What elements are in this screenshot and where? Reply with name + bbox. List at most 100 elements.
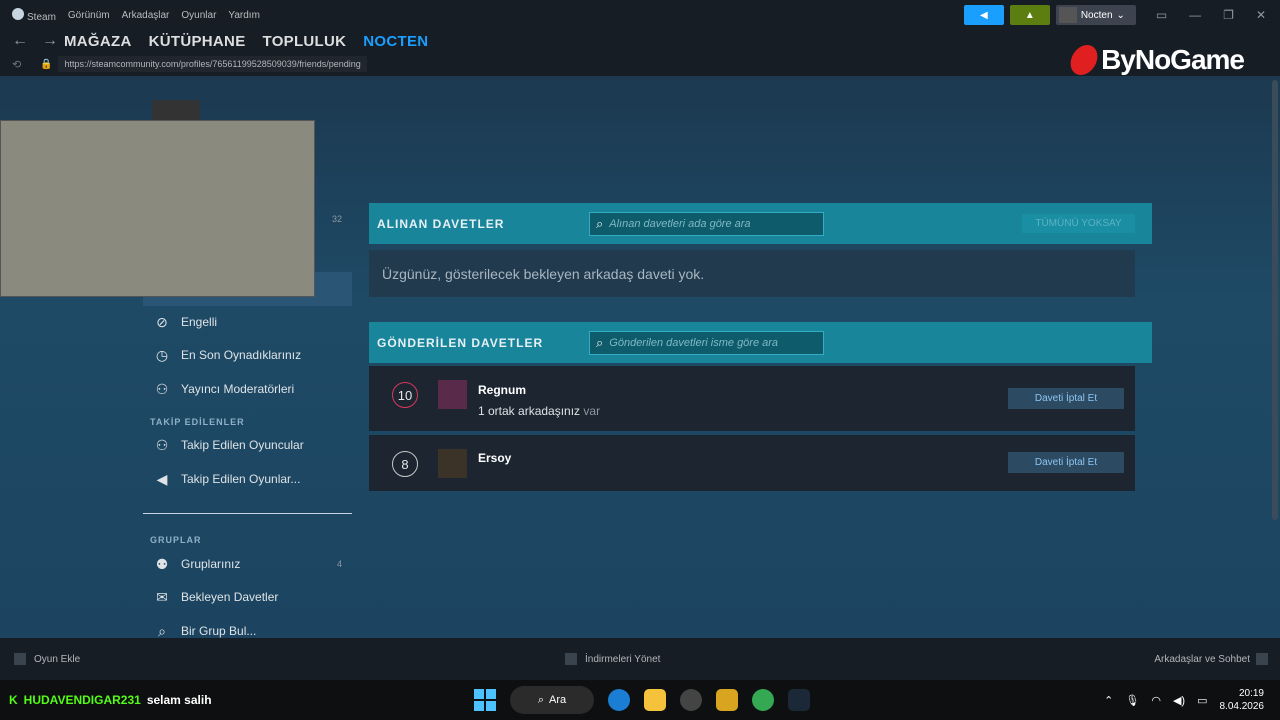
friends-chat-button[interactable]: Arkadaşlar ve Sohbet: [1154, 653, 1268, 665]
title-bar-controls: ◀ ▲ Nocten ⌄ ▭ — ❐ ✕: [963, 5, 1280, 25]
level-badge: 8: [392, 451, 418, 477]
manage-downloads-button[interactable]: İndirmeleri Yönet: [565, 653, 660, 665]
mail-icon: ✉: [156, 588, 168, 605]
clock-time: 20:19: [1238, 688, 1264, 699]
groups-count: 4: [336, 559, 342, 569]
maximize-icon[interactable]: ❐: [1223, 8, 1234, 22]
clock-icon: ◷: [155, 346, 169, 363]
received-invites-panel: ALINAN DAVETLER ⌕ TÜMÜNÜ YOKSAY Üzgünüz,…: [369, 203, 1152, 297]
account-menu-button[interactable]: Nocten ⌄: [1055, 5, 1136, 25]
sidebar-item-label: Takip Edilen Oyunlar...: [181, 472, 301, 486]
friend-count: 32: [332, 214, 343, 224]
tab-store[interactable]: MAĞAZA: [64, 33, 132, 50]
notifications-button[interactable]: ▲: [1009, 5, 1050, 25]
back-arrow-icon[interactable]: ←: [12, 32, 28, 50]
taskbar-search-label: Ara: [549, 694, 567, 706]
webcam-overlay: [0, 120, 315, 297]
menu-steam[interactable]: Steam: [12, 7, 56, 23]
cancel-invite-button[interactable]: Daveti İptal Et: [1008, 388, 1124, 409]
list-item[interactable]: 10 Regnum 1 ortak arkadaşınız var Daveti…: [369, 366, 1135, 431]
megaphone-icon: ◀: [979, 9, 988, 21]
groups-section-header: GRUPLAR: [150, 535, 202, 545]
obs-icon[interactable]: [680, 689, 702, 711]
scrollbar[interactable]: [1272, 80, 1278, 520]
friend-name[interactable]: Ersoy: [478, 451, 511, 465]
groups-icon: ⚉: [155, 555, 169, 572]
sidebar-item-label: Yayıncı Moderatörleri: [181, 382, 295, 396]
mutual-friends-text: 1 ortak arkadaşınız: [478, 404, 581, 418]
menu-view[interactable]: Görünüm: [68, 10, 110, 21]
sidebar-item-your-groups[interactable]: ⚉ Gruplarınız 4: [143, 549, 352, 579]
avatar[interactable]: [438, 449, 467, 478]
sidebar-item-broadcast-moderators[interactable]: ⚇ Yayıncı Moderatörleri: [143, 374, 352, 404]
clock-date: 8.04.2026: [1219, 701, 1265, 712]
menu-games[interactable]: Oyunlar: [181, 10, 216, 21]
menu-help[interactable]: Yardım: [228, 10, 260, 21]
file-explorer-icon[interactable]: [644, 689, 666, 711]
no-pending-message: Üzgünüz, gösterilecek bekleyen arkadaş d…: [369, 250, 1135, 297]
announcements-button[interactable]: ◀: [963, 5, 1004, 25]
profile-avatar: [152, 100, 200, 120]
cancel-invite-button[interactable]: Daveti İptal Et: [1008, 452, 1124, 473]
sidebar-item-label: Takip Edilen Oyuncular: [181, 438, 304, 452]
sidebar-item-pending-invites[interactable]: ✉ Bekleyen Davetler: [143, 582, 352, 612]
chevron-up-icon[interactable]: ⌃: [1104, 694, 1113, 707]
sent-invites-header: GÖNDERİLEN DAVETLER ⌕: [369, 322, 1152, 363]
volume-icon[interactable]: ◀): [1173, 694, 1185, 707]
close-icon[interactable]: ✕: [1256, 8, 1266, 22]
menu-bar: Steam Görünüm Arkadaşlar Oyunlar Yardım: [0, 7, 260, 23]
list-item[interactable]: 8 Ersoy Daveti İptal Et: [369, 435, 1135, 491]
watermark-text: ByNoGame: [1101, 44, 1245, 75]
steam-bottom-bar: Oyun Ekle İndirmeleri Yönet Arkadaşlar v…: [0, 638, 1280, 680]
microphone-icon[interactable]: 🎙: [1125, 694, 1139, 707]
chevron-down-icon: ⌄: [1116, 9, 1125, 21]
menu-steam-label: Steam: [27, 11, 56, 23]
sidebar-item-blocked[interactable]: ⊘ Engelli: [143, 307, 352, 337]
tab-community[interactable]: TOPLULUK: [263, 33, 347, 50]
chat-username: HUDAVENDIGAR231: [23, 693, 141, 707]
sidebar-item-followed-games[interactable]: ◀ Takip Edilen Oyunlar...: [143, 464, 352, 494]
title-bar: Steam Görünüm Arkadaşlar Oyunlar Yardım …: [0, 0, 1280, 30]
avatar[interactable]: [438, 380, 467, 409]
kick-logo-icon: K: [9, 693, 18, 707]
search-icon: ⌕: [596, 334, 604, 350]
windows-taskbar: K HUDAVENDIGAR231 selam salih ⌕ Ara ⌃ 🎙 ◠…: [0, 680, 1280, 720]
big-picture-icon[interactable]: ▭: [1156, 8, 1167, 22]
sidebar-item-find-group[interactable]: ⌕ Bir Grup Bul...: [143, 616, 352, 639]
system-tray: ⌃ 🎙 ◠ ◀) ▭ 20:19 8.04.2026: [1104, 687, 1264, 713]
add-game-button[interactable]: Oyun Ekle: [14, 653, 80, 665]
level-badge: 10: [392, 382, 418, 408]
block-icon: ⊘: [156, 313, 168, 330]
sidebar-item-label: En Son Oynadıklarınız: [181, 348, 302, 362]
taskbar-search-button[interactable]: ⌕ Ara: [510, 686, 594, 714]
add-game-label: Oyun Ekle: [34, 653, 81, 665]
chrome-icon[interactable]: [752, 689, 774, 711]
wifi-icon[interactable]: ◠: [1151, 694, 1161, 707]
clock[interactable]: 20:19 8.04.2026: [1220, 687, 1265, 713]
sidebar-item-label: Engelli: [181, 315, 218, 329]
edge-icon[interactable]: [608, 689, 630, 711]
minimize-icon[interactable]: —: [1189, 8, 1201, 22]
battery-icon[interactable]: ▭: [1197, 694, 1207, 707]
chat-overlay: K HUDAVENDIGAR231 selam salih: [9, 693, 212, 707]
friends-chat-label: Arkadaşlar ve Sohbet: [1154, 653, 1250, 665]
sidebar-item-followed-players[interactable]: ⚇ Takip Edilen Oyuncular: [143, 430, 352, 460]
forward-arrow-icon[interactable]: →: [42, 32, 58, 50]
search-icon: ⌕: [596, 215, 604, 231]
steam-taskbar-icon[interactable]: [788, 689, 810, 711]
friend-name[interactable]: Regnum: [478, 383, 526, 397]
sidebar-item-label: Gruplarınız: [181, 557, 241, 571]
sent-search-input[interactable]: [609, 336, 810, 349]
lock-icon: 🔒: [40, 58, 53, 70]
received-search-input[interactable]: [609, 217, 810, 230]
reload-icon[interactable]: ⟲: [0, 58, 40, 71]
ignore-all-button[interactable]: TÜMÜNÜ YOKSAY: [1022, 214, 1135, 233]
tab-library[interactable]: KÜTÜPHANE: [149, 33, 246, 50]
menu-friends[interactable]: Arkadaşlar: [122, 10, 170, 21]
game-app-icon[interactable]: [716, 689, 738, 711]
account-name: Nocten: [1080, 9, 1113, 21]
sidebar-item-recently-played[interactable]: ◷ En Son Oynadıklarınız: [143, 340, 352, 370]
tab-profile[interactable]: NOCTEN: [363, 33, 428, 50]
url-text[interactable]: https://steamcommunity.com/profiles/7656…: [58, 56, 367, 72]
windows-start-icon[interactable]: [474, 689, 496, 711]
